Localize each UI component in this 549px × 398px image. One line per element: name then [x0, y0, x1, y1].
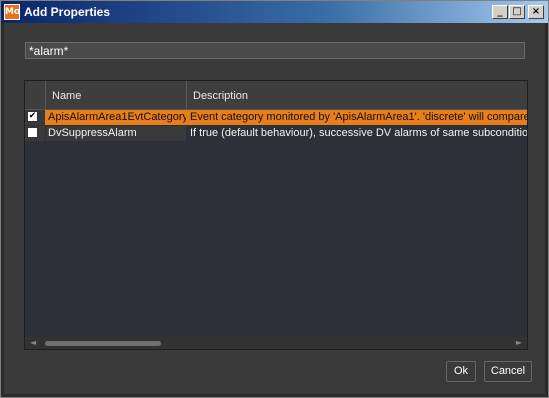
row-description: If true (default behaviour), successive …	[187, 126, 527, 141]
column-header-check[interactable]	[25, 81, 46, 109]
filter-input[interactable]: *alarm*	[25, 42, 525, 59]
add-properties-window: Mo Add Properties _ □ × *alarm* Name Des…	[0, 0, 549, 398]
row-checkbox-cell	[25, 126, 45, 141]
column-header-name[interactable]: Name	[46, 81, 187, 109]
properties-grid: Name Description ✔ ApisAlarmArea1EvtCate…	[24, 80, 528, 350]
row-description: Event category monitored by 'ApisAlarmAr…	[190, 111, 527, 123]
column-header-description[interactable]: Description	[187, 81, 527, 109]
row-checkbox[interactable]	[27, 127, 38, 138]
scroll-right-icon[interactable]: ►	[513, 337, 525, 349]
close-button[interactable]: ×	[528, 5, 544, 19]
app-logo-icon: Mo	[4, 4, 20, 20]
window-title: Add Properties	[24, 5, 111, 19]
table-row[interactable]: ✔ ApisAlarmArea1EvtCategory Event catego…	[25, 110, 527, 125]
grid-header: Name Description	[25, 81, 527, 110]
title-bar[interactable]: Mo Add Properties _ □ ×	[1, 1, 548, 23]
row-name: ApisAlarmArea1EvtCategory	[48, 111, 186, 123]
horizontal-scrollbar[interactable]: ◄ ►	[25, 337, 527, 349]
scroll-left-icon[interactable]: ◄	[27, 337, 39, 349]
cancel-button[interactable]: Cancel	[484, 361, 532, 382]
row-checkbox-cell: ✔	[25, 110, 45, 125]
scrollbar-thumb[interactable]	[45, 341, 161, 346]
ok-button[interactable]: Ok	[446, 361, 476, 382]
row-name: DvSuppressAlarm	[46, 126, 186, 141]
table-row[interactable]: DvSuppressAlarm If true (default behavio…	[25, 126, 527, 141]
dialog-body: *alarm* Name Description ✔ ApisAlarmArea…	[4, 23, 545, 394]
maximize-button[interactable]: □	[509, 5, 525, 19]
minimize-button[interactable]: _	[492, 5, 508, 19]
row-checkbox[interactable]: ✔	[27, 111, 38, 122]
